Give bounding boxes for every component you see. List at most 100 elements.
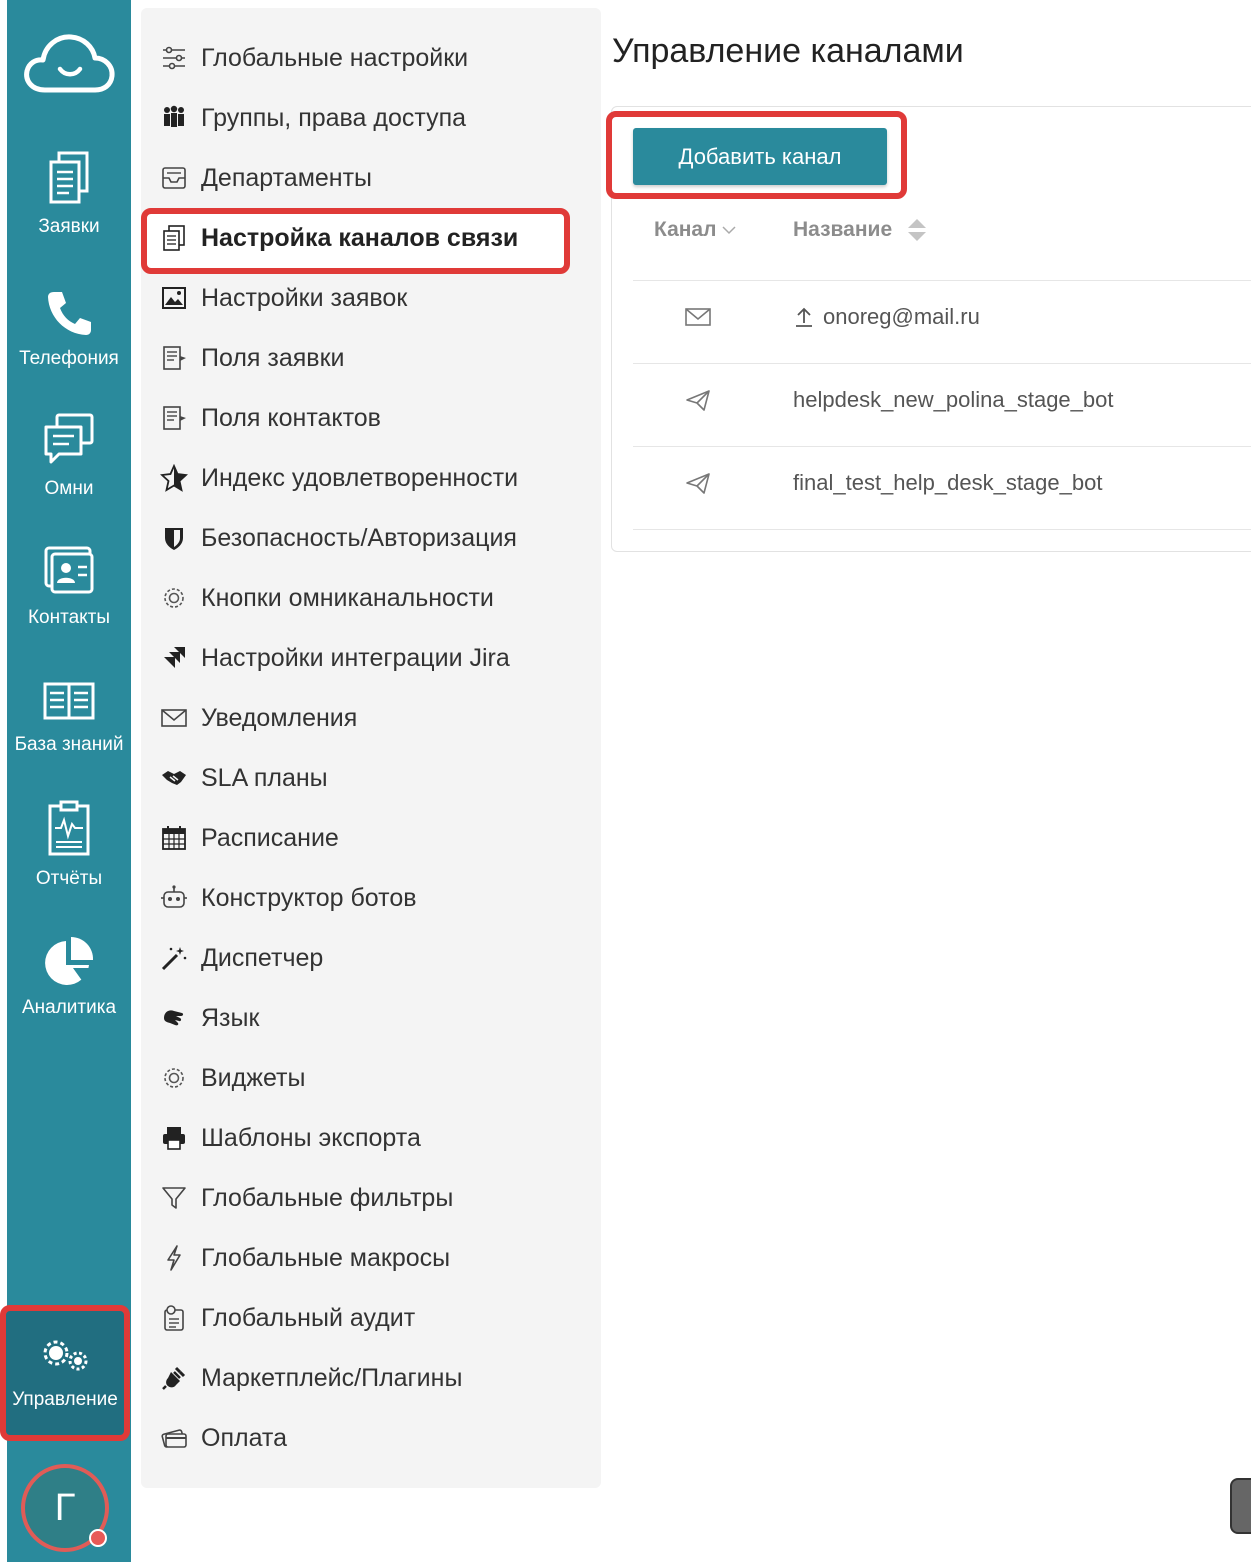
- handshake-icon: [160, 764, 188, 792]
- menu-item-label: Кнопки омниканальности: [201, 583, 494, 612]
- menu-item-8[interactable]: Индекс удовлетворенности: [141, 448, 601, 508]
- scroll-handle[interactable]: [1230, 1478, 1251, 1534]
- column-header-name[interactable]: Название: [793, 216, 928, 244]
- rail-item-omni[interactable]: Омни: [7, 412, 131, 532]
- rail-item-knowledge-base[interactable]: База знаний: [7, 680, 131, 800]
- menu-item-19[interactable]: Шаблоны экспорта: [141, 1108, 601, 1168]
- menu-item-label: Глобальный аудит: [201, 1303, 416, 1332]
- menu-item-label: Поля контактов: [201, 403, 381, 432]
- menu-item-15[interactable]: Конструктор ботов: [141, 868, 601, 928]
- pie-chart-icon: [45, 937, 94, 985]
- printer-icon: [160, 1124, 188, 1152]
- menu-item-label: Департаменты: [201, 163, 373, 192]
- rail-item-reports[interactable]: Отчёты: [7, 800, 131, 920]
- menu-item-11[interactable]: Настройки интеграции Jira: [141, 628, 601, 688]
- cloud-logo-icon[interactable]: [21, 28, 117, 98]
- envelope-icon: [685, 308, 711, 326]
- menu-item-label: Глобальные фильтры: [201, 1183, 454, 1212]
- paper-plane-icon: [686, 473, 710, 494]
- gears-icon: [43, 1340, 88, 1371]
- menu-item-22[interactable]: Глобальный аудит: [141, 1288, 601, 1348]
- menu-item-label: Язык: [201, 1003, 260, 1032]
- form-icon: [160, 404, 188, 432]
- menu-item-label: Расписание: [201, 823, 339, 852]
- menu-item-label: Настройка каналов связи: [201, 223, 519, 252]
- menu-item-4[interactable]: Настройка каналов связи: [141, 208, 601, 268]
- documents-icon: [49, 151, 89, 204]
- channel-name-cell: final_test_help_desk_stage_bot: [793, 470, 1102, 496]
- credit-card-icon: [160, 1424, 188, 1452]
- column-header-channel[interactable]: Канал: [654, 218, 737, 242]
- menu-item-21[interactable]: Глобальные макросы: [141, 1228, 601, 1288]
- menu-item-7[interactable]: Поля контактов: [141, 388, 601, 448]
- star-icon: [160, 464, 188, 492]
- menu-item-label: Настройки интеграции Jira: [201, 643, 510, 672]
- menu-item-14[interactable]: Расписание: [141, 808, 601, 868]
- phone-icon: [48, 292, 91, 335]
- status-dot: [89, 1529, 107, 1547]
- menu-item-label: Безопасность/Авторизация: [201, 523, 517, 552]
- row-divider: [633, 280, 1251, 281]
- menu-item-3[interactable]: Департаменты: [141, 148, 601, 208]
- rail-item-label: База знаний: [14, 734, 124, 755]
- sign-language-icon: [160, 1004, 188, 1032]
- menu-item-label: Оплата: [201, 1423, 287, 1452]
- audit-icon: [160, 1304, 188, 1332]
- rail-item-label: Отчёты: [35, 868, 103, 889]
- rail-item-management[interactable]: Управление: [0, 1305, 130, 1441]
- menu-item-label: Глобальные настройки: [201, 43, 469, 72]
- copy-icon: [160, 224, 188, 252]
- channel-name: final_test_help_desk_stage_bot: [793, 470, 1103, 495]
- gear-icon: [160, 1064, 188, 1092]
- rail-item-label: Телефония: [19, 348, 119, 369]
- rail-item-telephony[interactable]: Телефония: [7, 288, 131, 408]
- menu-item-17[interactable]: Язык: [141, 988, 601, 1048]
- add-channel-button[interactable]: Добавить канал: [633, 128, 887, 185]
- channel-name: onoreg@mail.ru: [823, 304, 980, 329]
- chat-icon: [44, 413, 94, 464]
- rail-item-label: Омни: [44, 478, 94, 499]
- menu-item-20[interactable]: Глобальные фильтры: [141, 1168, 601, 1228]
- menu-item-label: Виджеты: [201, 1063, 306, 1092]
- row-divider: [633, 446, 1251, 447]
- inbox-icon: [160, 164, 188, 192]
- menu-item-13[interactable]: SLA планы: [141, 748, 601, 808]
- menu-item-12[interactable]: Уведомления: [141, 688, 601, 748]
- paper-plane-icon: [686, 390, 710, 411]
- menu-item-label: Глобальные макросы: [201, 1243, 451, 1272]
- robot-icon: [160, 884, 188, 912]
- menu-item-label: SLA планы: [201, 763, 328, 792]
- menu-item-label: Индекс удовлетворенности: [201, 463, 519, 492]
- rail-item-requests[interactable]: Заявки: [7, 150, 131, 270]
- envelope-icon: [160, 704, 188, 732]
- channel-name-cell: onoreg@mail.ru: [793, 304, 980, 330]
- page-title: Управление каналами: [612, 32, 964, 70]
- shield-icon: [160, 524, 188, 552]
- menu-item-10[interactable]: Кнопки омниканальности: [141, 568, 601, 628]
- menu-item-6[interactable]: Поля заявки: [141, 328, 601, 388]
- menu-item-label: Маркетплейс/Плагины: [201, 1363, 463, 1392]
- menu-item-16[interactable]: Диспетчер: [141, 928, 601, 988]
- channel-name-cell: helpdesk_new_polina_stage_bot: [793, 387, 1113, 413]
- rail-item-contacts[interactable]: Контакты: [7, 545, 131, 665]
- rail-item-label: Аналитика: [21, 997, 117, 1018]
- menu-item-24[interactable]: Оплата: [141, 1408, 601, 1468]
- gear-icon: [160, 584, 188, 612]
- menu-item-23[interactable]: Маркетплейс/Плагины: [141, 1348, 601, 1408]
- menu-item-label: Группы, права доступа: [201, 103, 467, 132]
- menu-item-2[interactable]: Группы, права доступа: [141, 88, 601, 148]
- book-icon: [43, 682, 95, 720]
- form-icon: [160, 344, 188, 372]
- menu-item-5[interactable]: Настройки заявок: [141, 268, 601, 328]
- menu-item-18[interactable]: Виджеты: [141, 1048, 601, 1108]
- row-divider: [633, 529, 1251, 530]
- bolt-icon: [160, 1244, 188, 1272]
- menu-item-label: Диспетчер: [201, 943, 324, 972]
- row-divider: [633, 363, 1251, 364]
- menu-item-label: Уведомления: [201, 703, 358, 732]
- menu-item-1[interactable]: Глобальные настройки: [141, 28, 601, 88]
- menu-item-9[interactable]: Безопасность/Авторизация: [141, 508, 601, 568]
- column-header-label: Канал: [654, 218, 717, 241]
- rail-item-analytics[interactable]: Аналитика: [7, 935, 131, 1055]
- rail-item-label: Управление: [12, 1389, 118, 1410]
